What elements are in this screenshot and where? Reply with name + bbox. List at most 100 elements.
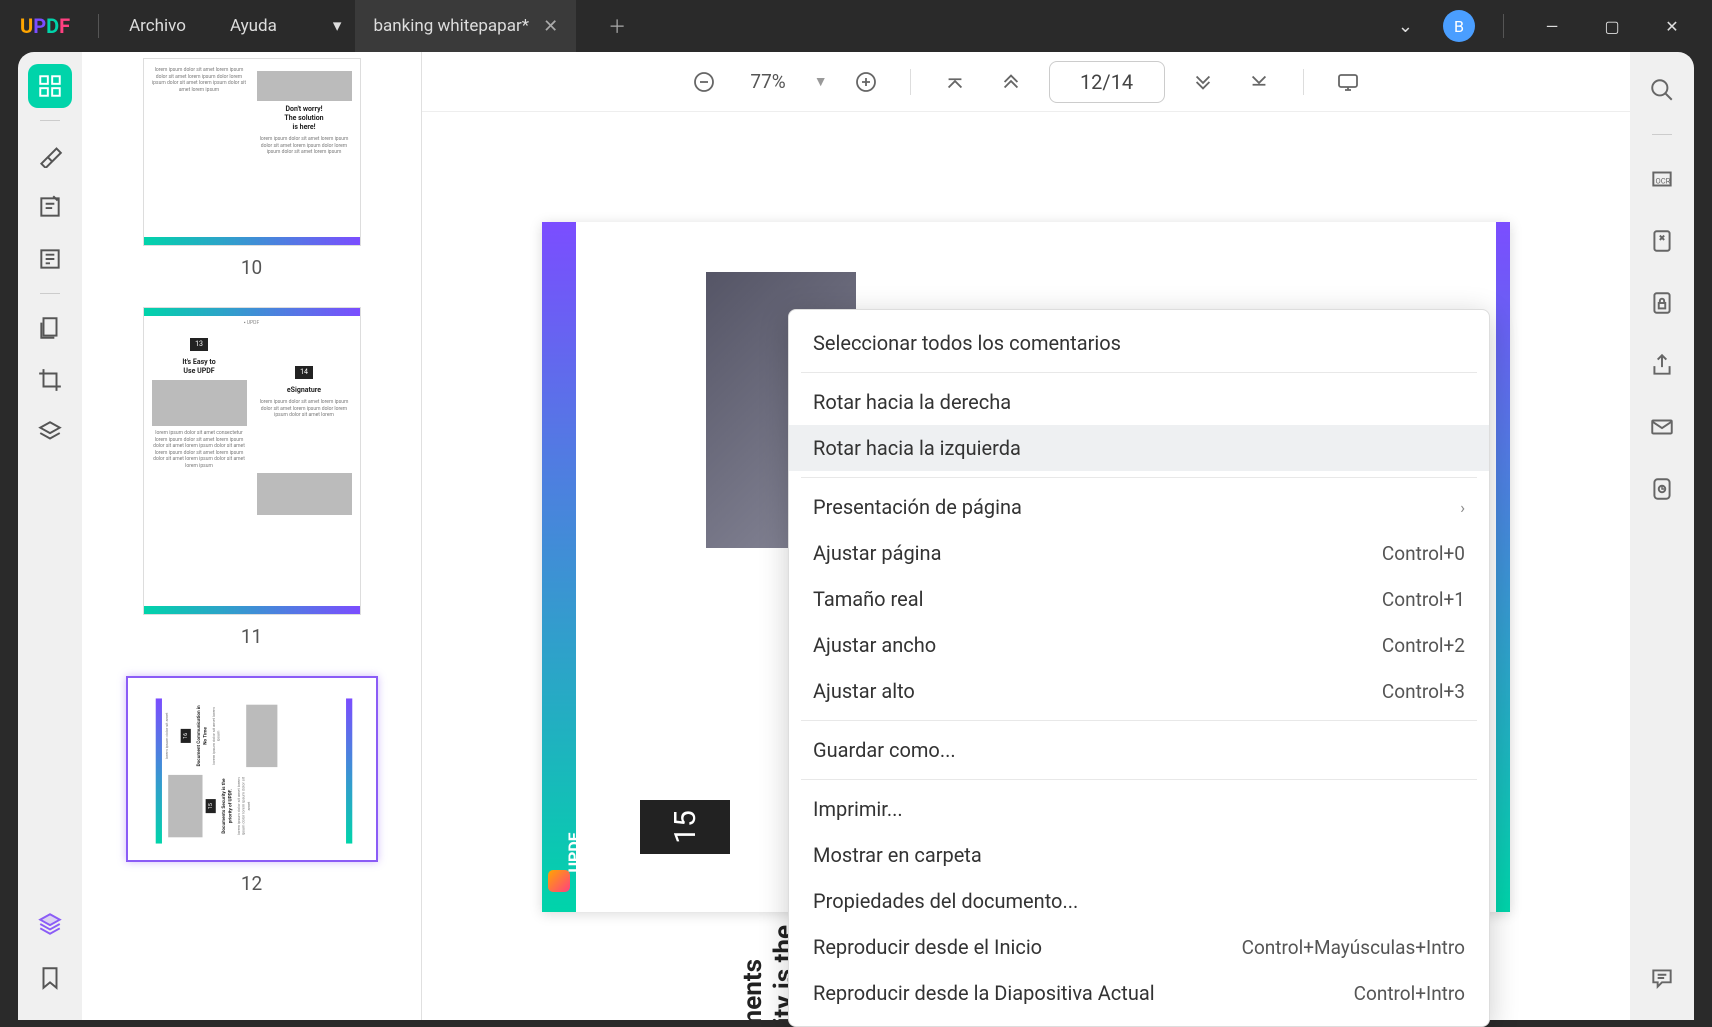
thumb-10[interactable]: lorem ipsum dolor sit amet lorem ipsum d…	[112, 58, 391, 279]
cm-play-from-current[interactable]: Reproducir desde la Diapositiva Actual C…	[789, 970, 1489, 1016]
title-bar: UPDF Archivo Ayuda ▾ banking whitepapar*…	[0, 0, 1712, 52]
bookmark-tool[interactable]	[28, 956, 72, 1000]
cm-play-from-start[interactable]: Reproducir desde el Inicio Control+Mayús…	[789, 924, 1489, 970]
cm-select-all-comments[interactable]: Seleccionar todos los comentarios	[789, 320, 1489, 366]
tab-dropdown[interactable]: ▾	[319, 0, 356, 52]
left-tools	[18, 52, 82, 1020]
chevron-right-icon: ›	[1460, 498, 1465, 517]
highlighter-tool[interactable]	[28, 133, 72, 177]
separator	[40, 120, 60, 121]
cm-doc-properties[interactable]: Propiedades del documento...	[789, 878, 1489, 924]
chevron-down-icon: ▾	[333, 16, 342, 36]
zoom-in-button[interactable]	[848, 64, 884, 100]
crop-tool[interactable]	[28, 358, 72, 402]
title-chevron-icon[interactable]: ⌄	[1388, 16, 1423, 37]
menu-ayuda[interactable]: Ayuda	[208, 16, 299, 36]
text-tool[interactable]	[28, 237, 72, 281]
cm-actual-size[interactable]: Tamaño real Control+1	[789, 576, 1489, 622]
email-button[interactable]	[1640, 405, 1684, 449]
gradient-bar: UPDF	[542, 222, 576, 912]
page-manage-tool[interactable]	[28, 306, 72, 350]
protect-button[interactable]	[1640, 281, 1684, 325]
gradient-bar	[1496, 222, 1510, 912]
thumb-number: 10	[112, 256, 391, 279]
cm-fit-page[interactable]: Ajustar página Control+0	[789, 530, 1489, 576]
svg-text:OCR: OCR	[1656, 176, 1671, 185]
zoom-in-icon	[854, 70, 878, 94]
separator	[801, 372, 1477, 373]
menu-archivo[interactable]: Archivo	[107, 16, 208, 36]
zoom-out-icon	[692, 70, 716, 94]
first-page-icon	[944, 71, 966, 93]
viewer-toolbar: 77% ▼ 12 / 14	[422, 52, 1630, 112]
share-button[interactable]	[1640, 343, 1684, 387]
thumb-image: 15 Documents Security is the priority of…	[126, 676, 378, 862]
bookmark-icon	[37, 965, 63, 991]
prev-page-icon	[1000, 71, 1022, 93]
thumb-number: 12	[112, 872, 391, 895]
compress-button[interactable]	[1640, 219, 1684, 263]
tab-add[interactable]: ＋	[576, 0, 644, 52]
ocr-button[interactable]: OCR	[1640, 157, 1684, 201]
zoom-out-button[interactable]	[686, 64, 722, 100]
thumb-11[interactable]: ▪ UPDF 13 It's Easy to Use UPDF lorem ip…	[112, 307, 391, 648]
zoom-dropdown[interactable]: ▼	[814, 73, 828, 90]
cm-rotate-left[interactable]: Rotar hacia la izquierda	[789, 425, 1489, 471]
layers-tool[interactable]	[28, 410, 72, 454]
thumbnail-icon	[37, 73, 63, 99]
mail-icon	[1649, 414, 1675, 440]
tab-active[interactable]: banking whitepapar* ✕	[355, 0, 576, 52]
separator	[801, 720, 1477, 721]
plus-icon: ＋	[608, 13, 626, 39]
next-page-button[interactable]	[1185, 64, 1221, 100]
prev-page-button[interactable]	[993, 64, 1029, 100]
annotation-icon	[37, 194, 63, 220]
presentation-button[interactable]	[1330, 64, 1366, 100]
cm-fit-height[interactable]: Ajustar alto Control+3	[789, 668, 1489, 714]
tab-title: banking whitepapar*	[373, 16, 529, 36]
minimize-button[interactable]: —	[1532, 17, 1572, 36]
lock-icon	[1649, 290, 1675, 316]
next-page-icon	[1192, 71, 1214, 93]
cm-show-in-folder[interactable]: Mostrar en carpeta	[789, 832, 1489, 878]
first-page-button[interactable]	[937, 64, 973, 100]
maximize-button[interactable]: ▢	[1592, 17, 1632, 36]
thumbnails-tool[interactable]	[28, 64, 72, 108]
thumb-image: lorem ipsum dolor sit amet lorem ipsum d…	[143, 58, 361, 246]
cm-page-layout[interactable]: Presentación de página ›	[789, 484, 1489, 530]
last-page-button[interactable]	[1241, 64, 1277, 100]
comment-button[interactable]	[1640, 956, 1684, 1000]
separator	[801, 779, 1477, 780]
page-input[interactable]: 12 / 14	[1049, 61, 1165, 103]
annotation-tool[interactable]	[28, 185, 72, 229]
right-tools: OCR	[1630, 52, 1694, 1020]
avatar[interactable]: B	[1443, 10, 1475, 42]
zoom-level: 77%	[742, 70, 793, 93]
thumbnail-panel[interactable]: lorem ipsum dolor sit amet lorem ipsum d…	[82, 52, 422, 1020]
cm-fit-width[interactable]: Ajustar ancho Control+2	[789, 622, 1489, 668]
close-icon[interactable]: ✕	[543, 16, 558, 37]
cm-print[interactable]: Imprimir...	[789, 786, 1489, 832]
search-button[interactable]	[1640, 68, 1684, 112]
divider	[1503, 14, 1504, 38]
separator	[40, 293, 60, 294]
comment-icon	[1649, 965, 1675, 991]
save-button[interactable]	[1640, 467, 1684, 511]
presentation-icon	[1336, 70, 1360, 94]
app-logo: UPDF	[0, 14, 90, 38]
compress-icon	[1649, 228, 1675, 254]
close-button[interactable]: ✕	[1652, 17, 1692, 36]
text-edit-icon	[37, 246, 63, 272]
stack-icon	[37, 911, 63, 937]
pages-icon	[37, 315, 63, 341]
highlighter-icon	[37, 142, 63, 168]
stack-tool[interactable]	[28, 902, 72, 946]
thumb-12[interactable]: 15 Documents Security is the priority of…	[112, 676, 391, 895]
search-icon	[1649, 77, 1675, 103]
brand-icon	[548, 870, 570, 892]
cm-save-as[interactable]: Guardar como...	[789, 727, 1489, 773]
layers-icon	[37, 419, 63, 445]
cm-rotate-right[interactable]: Rotar hacia la derecha	[789, 379, 1489, 425]
ocr-icon: OCR	[1649, 166, 1675, 192]
thumb-image: ▪ UPDF 13 It's Easy to Use UPDF lorem ip…	[143, 307, 361, 615]
